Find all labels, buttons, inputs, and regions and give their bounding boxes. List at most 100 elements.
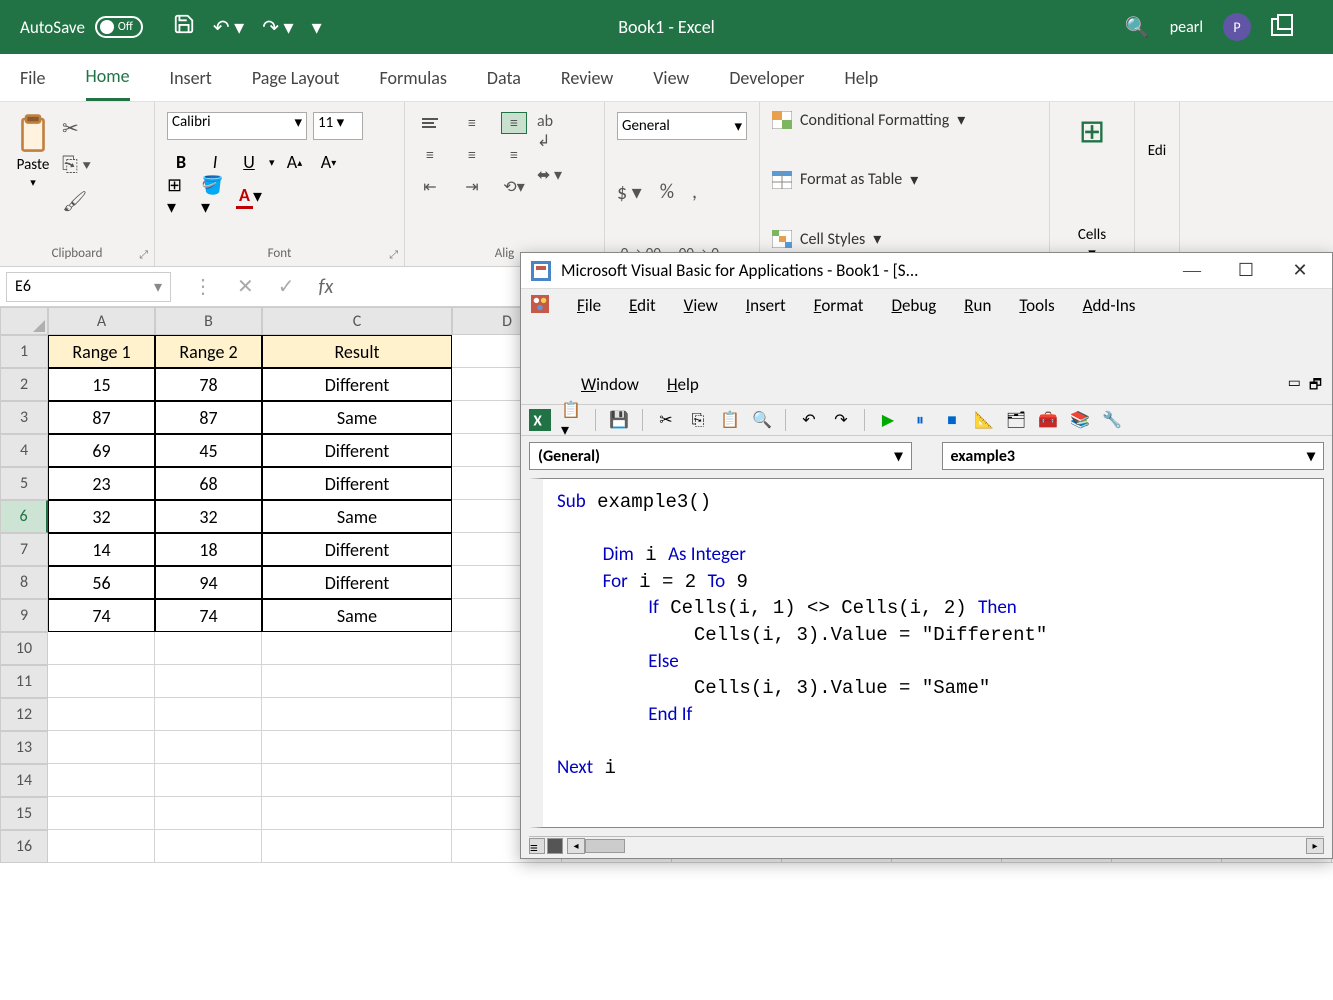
cells-icon[interactable]: ⊞ [1062, 112, 1122, 151]
vba-title-bar[interactable]: Microsoft Visual Basic for Applications … [521, 253, 1332, 289]
procview-icon[interactable] [547, 838, 563, 854]
row-header[interactable]: 6 [0, 500, 48, 533]
cell[interactable]: 32 [155, 500, 262, 533]
row-header[interactable]: 12 [0, 698, 48, 731]
tab-formulas[interactable]: Formulas [380, 54, 447, 101]
row-header[interactable]: 15 [0, 797, 48, 830]
cell[interactable]: Same [262, 599, 452, 632]
cell[interactable]: Different [262, 533, 452, 566]
cell[interactable]: 45 [155, 434, 262, 467]
increase-indent-icon[interactable]: ⇥ [459, 176, 485, 198]
qat-dropdown-icon[interactable]: ▾ [312, 15, 322, 40]
fullmodule-icon[interactable]: ≡ [529, 838, 545, 854]
cell[interactable]: Range 1 [48, 335, 155, 368]
comma-icon[interactable]: , [692, 180, 697, 205]
cell[interactable]: 15 [48, 368, 155, 401]
select-all-corner[interactable] [0, 307, 48, 335]
vba-menu-debug[interactable]: Debug [891, 295, 936, 318]
redo-icon[interactable]: ↷ ▾ [262, 15, 293, 40]
find-icon[interactable]: 🔍 [751, 409, 773, 431]
cell[interactable] [262, 731, 452, 764]
row-header[interactable]: 3 [0, 401, 48, 434]
cell[interactable]: Range 2 [155, 335, 262, 368]
object-browser-icon[interactable]: 📚 [1069, 409, 1091, 431]
tab-review[interactable]: Review [561, 54, 613, 101]
dialog-launcher-icon[interactable]: ⤢ [389, 248, 398, 262]
horizontal-scrollbar[interactable]: ≡ ◂ ▸ [529, 836, 1324, 854]
object-combo[interactable]: (General)▾ [529, 442, 912, 470]
cell[interactable] [155, 698, 262, 731]
pause-icon[interactable]: ⏸ [909, 409, 931, 431]
cell[interactable] [155, 665, 262, 698]
cut-icon[interactable]: ✂ [62, 116, 91, 141]
paste-icon[interactable]: 📋 [719, 409, 741, 431]
format-painter-icon[interactable]: 🖌 [62, 189, 91, 214]
enter-icon[interactable]: ✓ [278, 274, 295, 299]
align-center-icon[interactable]: ≡ [459, 144, 485, 166]
decrease-font-icon[interactable]: A▾ [315, 150, 343, 174]
tab-view[interactable]: View [653, 54, 689, 101]
design-icon[interactable]: 📐 [973, 409, 995, 431]
fx-icon[interactable]: fx [319, 275, 334, 299]
properties-icon[interactable]: 🧰 [1037, 409, 1059, 431]
cell[interactable] [155, 632, 262, 665]
row-header[interactable]: 1 [0, 335, 48, 368]
vba-menu-format[interactable]: Format [814, 295, 864, 318]
wrap-text-icon[interactable]: ab↲ [537, 112, 562, 151]
tab-insert[interactable]: Insert [170, 54, 212, 101]
window-restore-icon[interactable] [1271, 18, 1293, 36]
cell[interactable]: 18 [155, 533, 262, 566]
row-header[interactable]: 9 [0, 599, 48, 632]
options-icon[interactable]: ⋮ [193, 274, 213, 299]
tab-page-layout[interactable]: Page Layout [252, 54, 340, 101]
save-icon[interactable]: 💾 [608, 409, 630, 431]
align-top-icon[interactable] [417, 112, 443, 134]
scroll-thumb[interactable] [585, 839, 625, 853]
cell[interactable]: Different [262, 368, 452, 401]
save-icon[interactable] [173, 13, 195, 41]
mdi-restore-icon[interactable]: ▭ [1288, 374, 1301, 398]
underline-button[interactable]: U [235, 150, 263, 174]
avatar[interactable]: P [1223, 13, 1251, 41]
cell[interactable]: Result [262, 335, 452, 368]
number-format-combo[interactable]: General▾ [617, 112, 747, 140]
run-icon[interactable]: ▶ [877, 409, 899, 431]
vba-editor-window[interactable]: Microsoft Visual Basic for Applications … [520, 252, 1333, 859]
row-header[interactable]: 11 [0, 665, 48, 698]
cell[interactable] [262, 698, 452, 731]
cell[interactable]: Different [262, 434, 452, 467]
project-icon[interactable]: 🗂 [1005, 409, 1027, 431]
align-left-icon[interactable]: ≡ [417, 144, 443, 166]
cell[interactable]: 56 [48, 566, 155, 599]
undo-icon[interactable]: ↶ [798, 409, 820, 431]
cell[interactable]: 94 [155, 566, 262, 599]
stop-icon[interactable]: ■ [941, 409, 963, 431]
row-header[interactable]: 8 [0, 566, 48, 599]
tab-help[interactable]: Help [844, 54, 878, 101]
borders-icon[interactable]: ⊞ ▾ [167, 184, 195, 208]
vba-menu-insert[interactable]: Insert [746, 295, 786, 318]
vba-menu-add-ins[interactable]: Add-Ins [1083, 295, 1136, 318]
cell[interactable] [48, 698, 155, 731]
maximize-icon[interactable]: ☐ [1224, 260, 1268, 281]
cell[interactable] [48, 665, 155, 698]
increase-font-icon[interactable]: A▴ [281, 150, 309, 174]
cell-styles-button[interactable]: Cell Styles ▾ [772, 229, 1037, 249]
tab-home[interactable]: Home [86, 54, 130, 101]
align-right-icon[interactable]: ≡ [501, 144, 527, 166]
code-pane[interactable]: Sub example3() Dim i As Integer For i = … [529, 478, 1324, 828]
italic-button[interactable]: I [201, 150, 229, 174]
cancel-icon[interactable]: ✕ [237, 274, 254, 299]
excel-icon[interactable]: X [529, 409, 551, 431]
cell[interactable]: 68 [155, 467, 262, 500]
close-icon[interactable]: ✕ [1278, 260, 1322, 281]
search-icon[interactable]: 🔍 [1125, 15, 1150, 40]
redo-icon[interactable]: ↷ [830, 409, 852, 431]
row-header[interactable]: 16 [0, 830, 48, 863]
cell[interactable]: 69 [48, 434, 155, 467]
cell[interactable] [48, 632, 155, 665]
cell[interactable]: Different [262, 467, 452, 500]
insert-module-icon[interactable]: 📋▾ [561, 409, 583, 431]
col-header[interactable]: A [48, 307, 155, 335]
row-header[interactable]: 10 [0, 632, 48, 665]
